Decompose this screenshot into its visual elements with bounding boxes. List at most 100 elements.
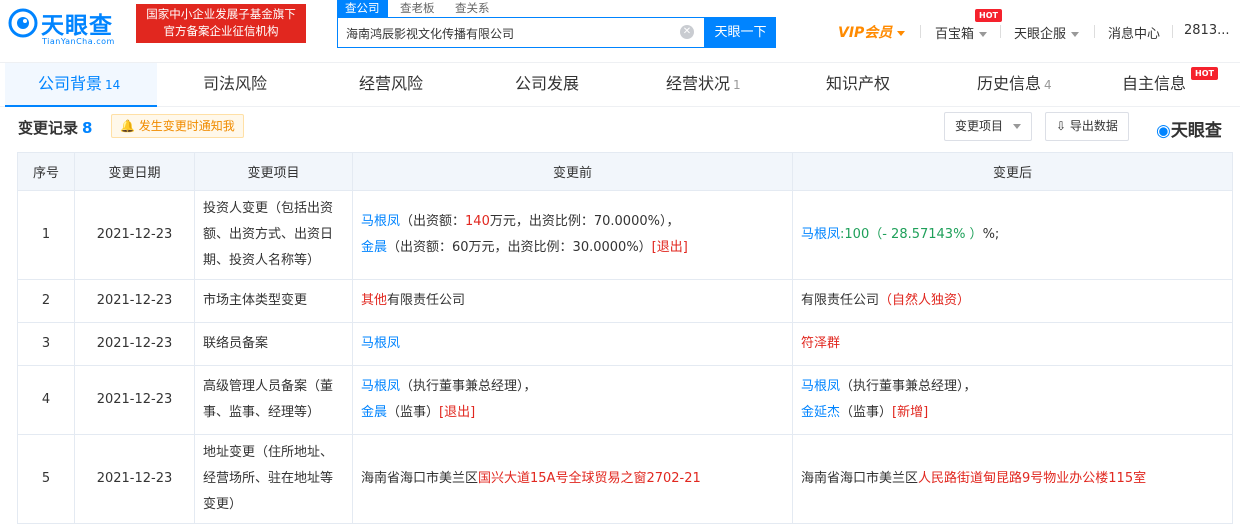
tab-count: 1	[733, 78, 741, 92]
header-item: 变更项目	[194, 152, 353, 191]
logo-text: 天眼查	[41, 13, 113, 39]
message-center-link[interactable]: 消息中心	[1108, 23, 1160, 42]
tianyancha-logo[interactable]: 天眼查 TianYanCha.com	[8, 6, 128, 50]
vip-label: VIP会员	[838, 25, 893, 41]
change-text: %;	[982, 227, 1000, 242]
search-tab-company[interactable]: 查公司	[337, 0, 388, 17]
change-text: （出资额：60万元，出资比例：30.0000%）	[387, 240, 652, 255]
role-text: （执行董事兼总经理），	[400, 379, 537, 394]
search-tab-boss[interactable]: 查老板	[392, 0, 443, 17]
changed-value: 140	[465, 214, 490, 229]
row-no: 2	[17, 279, 75, 323]
clear-icon[interactable]: ✕	[680, 25, 694, 39]
person-link[interactable]: 马根凤	[801, 379, 840, 394]
changed-value: - 28.57143% ）	[882, 227, 983, 242]
fund-badge-line2: 官方备案企业征信机构	[163, 24, 279, 38]
row-no: 1	[17, 190, 75, 280]
changed-value: 其他	[361, 293, 388, 308]
bell-icon: 🔔	[120, 119, 135, 133]
eye-logo-icon: ◉	[1156, 121, 1171, 141]
enterprise-service-label: 天眼企服	[1014, 27, 1067, 42]
person-link[interactable]: 金延杰	[801, 405, 840, 420]
row-date: 2021-12-23	[74, 322, 195, 366]
tab-label: 自主信息	[1122, 74, 1187, 93]
divider	[1000, 25, 1001, 38]
change-line: 金晨（监事）[退出]	[361, 400, 784, 426]
tab-intellectual-property[interactable]: 知识产权	[826, 63, 890, 107]
person-link[interactable]: 马根凤	[361, 379, 400, 394]
header-date: 变更日期	[74, 152, 195, 191]
enterprise-service-menu[interactable]: 天眼企服	[1014, 23, 1080, 42]
tab-history[interactable]: 历史信息 4	[977, 63, 1052, 107]
tab-label: 知识产权	[826, 74, 891, 93]
person-link[interactable]: 金晨	[361, 405, 387, 420]
row-after: 有限责任公司（自然人独资）	[792, 279, 1233, 323]
divider	[920, 25, 921, 38]
tab-count: 4	[1044, 78, 1052, 92]
vip-member-menu[interactable]: VIP会员	[838, 22, 906, 42]
row-date: 2021-12-23	[74, 434, 195, 524]
change-text: 海南省海口市美兰区	[801, 471, 919, 486]
tab-count: 14	[105, 78, 121, 92]
search-tab-relation[interactable]: 查关系	[447, 0, 498, 17]
brand-watermark: ◉天眼查	[1156, 116, 1222, 141]
person-link[interactable]: 金晨	[361, 240, 387, 255]
table-row: 5 2021-12-23 地址变更（住所地址、经营场所、驻在地址等变更） 海南省…	[17, 434, 1233, 524]
change-text: 海南省海口市美兰区	[361, 471, 479, 486]
chevron-down-icon	[1013, 124, 1022, 129]
tab-label: 司法风险	[203, 74, 268, 93]
row-item: 联络员备案	[194, 322, 353, 366]
status-tag: [退出]	[439, 405, 476, 420]
company-tabbar	[0, 63, 1240, 107]
change-item-filter[interactable]: 变更项目	[944, 112, 1033, 141]
filter-label: 变更项目	[955, 119, 1004, 133]
tab-business-status[interactable]: 经营状况 1	[666, 63, 741, 107]
tab-company-development[interactable]: 公司发展	[515, 63, 579, 107]
divider	[1094, 25, 1095, 38]
search-input[interactable]: 海南鸿辰影视文化传播有限公司 ✕	[337, 17, 705, 48]
change-line: 金晨（出资额：60万元，出资比例：30.0000%）[退出]	[361, 235, 784, 261]
status-tag: [新增]	[892, 405, 929, 420]
notify-me-button[interactable]: 🔔 发生变更时通知我	[111, 114, 244, 138]
chevron-down-icon	[1071, 32, 1080, 37]
section-title: 变更记录 8	[18, 117, 92, 138]
row-before: 马根凤（执行董事兼总经理）， 金晨（监事）[退出]	[352, 365, 793, 435]
changed-value: 国兴大道15A号全球贸易之窗2702-21	[478, 471, 701, 486]
table-row: 2 2021-12-23 市场主体类型变更 其他有限责任公司 有限责任公司（自然…	[17, 279, 1233, 323]
row-date: 2021-12-23	[74, 190, 195, 280]
export-data-button[interactable]: ⇩ 导出数据	[1045, 112, 1129, 141]
top-header: 天眼查 TianYanCha.com 国家中小企业发展子基金旗下 官方备案企业征…	[0, 0, 1240, 63]
header-before: 变更前	[352, 152, 793, 191]
changed-value: 人民路街道甸昆路9号物业办公楼115室	[918, 471, 1147, 486]
tab-company-background[interactable]: 公司背景 14	[38, 63, 120, 107]
role-text: （监事）	[840, 405, 893, 420]
tab-self-info[interactable]: 自主信息	[1122, 63, 1186, 107]
tab-operating-risk[interactable]: 经营风险	[359, 63, 423, 107]
tab-judicial-risk[interactable]: 司法风险	[203, 63, 267, 107]
toolbox-label: 百宝箱	[935, 27, 975, 42]
search-value: 海南鸿辰影视文化传播有限公司	[346, 27, 515, 41]
row-item: 地址变更（住所地址、经营场所、驻在地址等变更）	[194, 434, 353, 524]
header-no: 序号	[17, 152, 75, 191]
person-link[interactable]: 马根凤	[801, 227, 840, 242]
brand-mini-text: 天眼查	[1170, 121, 1222, 141]
change-text: （出资额：	[400, 214, 466, 229]
row-item: 市场主体类型变更	[194, 279, 353, 323]
person-link[interactable]: 马根凤	[361, 214, 400, 229]
change-text: 万元，出资比例：70.0000%），	[489, 214, 680, 229]
search-button[interactable]: 天眼一下	[705, 17, 776, 48]
row-item: 投资人变更（包括出资额、出资方式、出资日期、投资人名称等）	[194, 190, 353, 280]
toolbox-menu[interactable]: 百宝箱	[935, 23, 988, 42]
logo-domain: TianYanCha.com	[42, 37, 115, 46]
chevron-down-icon	[897, 30, 906, 36]
row-after: 符泽群	[792, 322, 1233, 366]
user-account-menu[interactable]: 2813...	[1184, 23, 1229, 38]
tab-label: 经营状况	[666, 74, 731, 93]
change-line: 金延杰（监事）[新增]	[801, 400, 1224, 426]
change-records-table: 序号 变更日期 变更项目 变更前 变更后 1 2021-12-23 投资人变更（…	[17, 152, 1233, 524]
role-text: （监事）	[387, 405, 440, 420]
person-link[interactable]: 符泽群	[801, 336, 840, 351]
row-no: 3	[17, 322, 75, 366]
person-link[interactable]: 马根凤	[361, 336, 400, 351]
table-row: 4 2021-12-23 高级管理人员备案（董事、监事、经理等） 马根凤（执行董…	[17, 365, 1233, 435]
